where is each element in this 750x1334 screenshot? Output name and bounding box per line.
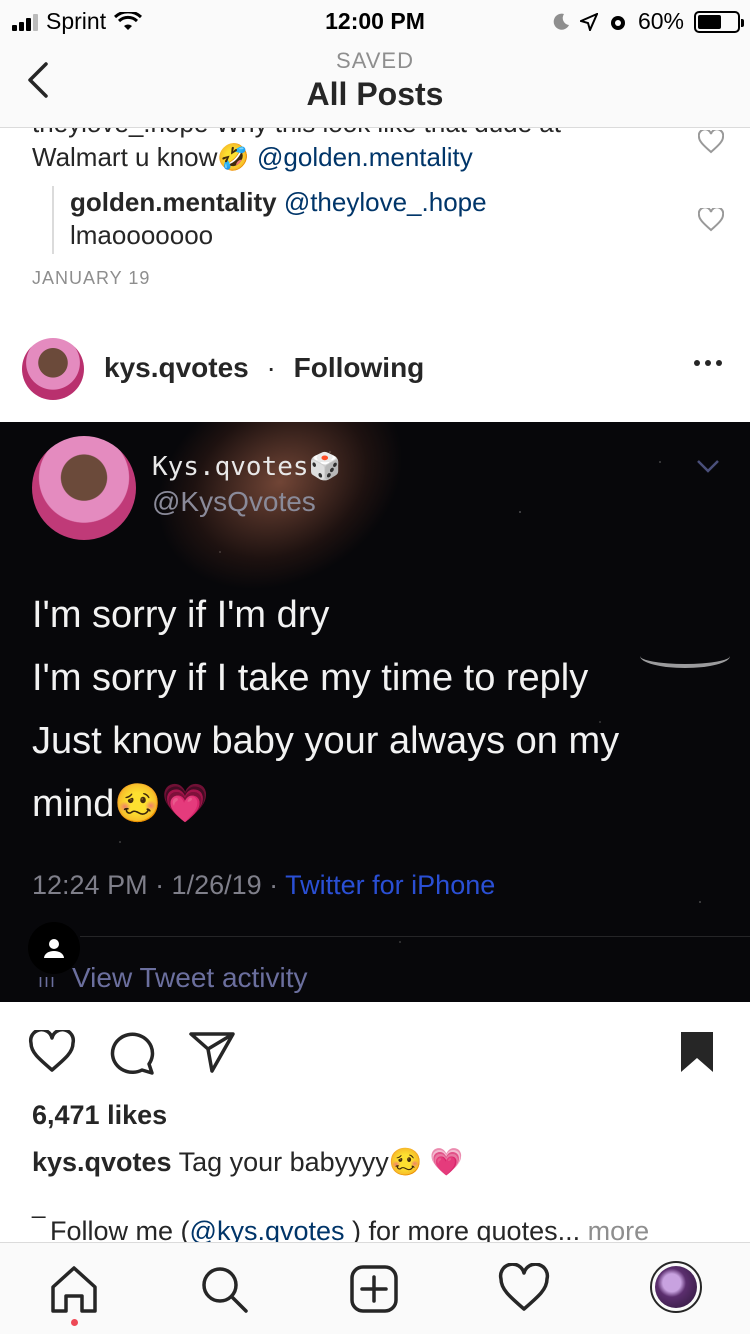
post-username[interactable]: kys.qvotes [104, 352, 249, 383]
comment-mention-link[interactable]: @golden.mentality [257, 142, 473, 172]
status-right: 60% [552, 8, 744, 35]
reply-mention-link[interactable]: @theylove_.hope [284, 187, 487, 217]
tweet-text: I'm sorry if I'm dry I'm sorry if I take… [32, 584, 712, 836]
tagged-user-icon[interactable] [28, 922, 80, 974]
tweet-meta: 12:24 PM · 1/26/19 · Twitter for iPhone [32, 870, 495, 901]
activity-heart-icon[interactable] [498, 1263, 550, 1315]
home-icon[interactable] [48, 1263, 100, 1315]
caption-dash: _ [32, 1192, 46, 1219]
comment-bubble-icon[interactable] [108, 1030, 156, 1076]
reply-like-heart-icon[interactable] [698, 208, 724, 232]
share-send-icon[interactable] [188, 1030, 236, 1074]
tweet-line: mind🥴💗 [32, 783, 209, 825]
following-label[interactable]: Following [294, 352, 425, 383]
alarm-icon [610, 15, 625, 30]
save-bookmark-icon[interactable] [678, 1030, 716, 1074]
more-options-icon[interactable] [694, 360, 722, 366]
tweet-display-name: Kys.qvotes🎲 [152, 452, 341, 482]
nav-header: SAVED All Posts [0, 40, 750, 128]
activity-bars-icon: ııı [38, 971, 57, 991]
reply-username[interactable]: golden.mentality [70, 187, 277, 217]
new-post-plus-icon[interactable] [348, 1263, 400, 1315]
post-actions [0, 1004, 750, 1094]
reply-comment: golden.mentality @theylove_.hope lmaoooo… [70, 186, 670, 252]
post-image[interactable]: Kys.qvotes🎲 @KysQvotes I'm sorry if I'm … [0, 422, 750, 1002]
status-bar: Sprint 12:00 PM 60% [0, 0, 750, 40]
notification-dot [71, 1319, 78, 1326]
separator-dot: · [266, 352, 276, 383]
page-title: All Posts [306, 76, 444, 112]
comment-body: Walmart u know🤣 [32, 142, 250, 172]
tweet-line: I'm sorry if I take my time to reply [32, 657, 589, 699]
post-author: kys.qvotes · Following [104, 352, 424, 384]
post-author-avatar[interactable] [22, 338, 84, 400]
reply-body: lmaooooooo [70, 220, 214, 250]
caption: kys.qvotes Tag your babyyyy🥴 💗 [32, 1146, 463, 1178]
chevron-down-icon [697, 460, 719, 473]
tweet-source: Twitter for iPhone [285, 870, 496, 900]
caption-text: Tag your babyyyy🥴 💗 [171, 1147, 464, 1177]
caption-username[interactable]: kys.qvotes [32, 1147, 172, 1177]
comment-like-heart-icon[interactable] [698, 130, 724, 154]
battery-icon [694, 10, 744, 33]
tweet-handle: @KysQvotes [152, 486, 316, 517]
tweet-line: Just know baby your always on my [32, 720, 620, 762]
tweet-avatar [32, 436, 136, 540]
post-header: kys.qvotes · Following [0, 330, 750, 410]
comments-section: theylove_.hope Why this look like that d… [0, 100, 750, 310]
profile-avatar-tab[interactable] [650, 1261, 702, 1313]
tweet-activity: ııı View Tweet activity [38, 962, 308, 994]
comment-date: JANUARY 19 [32, 268, 151, 288]
tweet-activity-label: View Tweet activity [72, 962, 308, 993]
battery-percent: 60% [637, 8, 684, 34]
tweet-timestamp: 12:24 PM · 1/26/19 · [32, 870, 286, 900]
likes-count[interactable]: 6,471 likes [32, 1100, 167, 1131]
tweet-line: I'm sorry if I'm dry [32, 594, 330, 636]
tweet-divider [80, 936, 750, 937]
like-heart-icon[interactable] [28, 1030, 76, 1074]
location-icon [579, 12, 598, 31]
bottom-tab-bar [0, 1242, 750, 1334]
moon-icon [553, 13, 569, 30]
reply-indent-line [52, 186, 54, 254]
search-icon[interactable] [198, 1263, 250, 1315]
comment-text: Walmart u know🤣 @golden.mentality [32, 142, 672, 173]
page-subtitle: SAVED [336, 48, 414, 73]
